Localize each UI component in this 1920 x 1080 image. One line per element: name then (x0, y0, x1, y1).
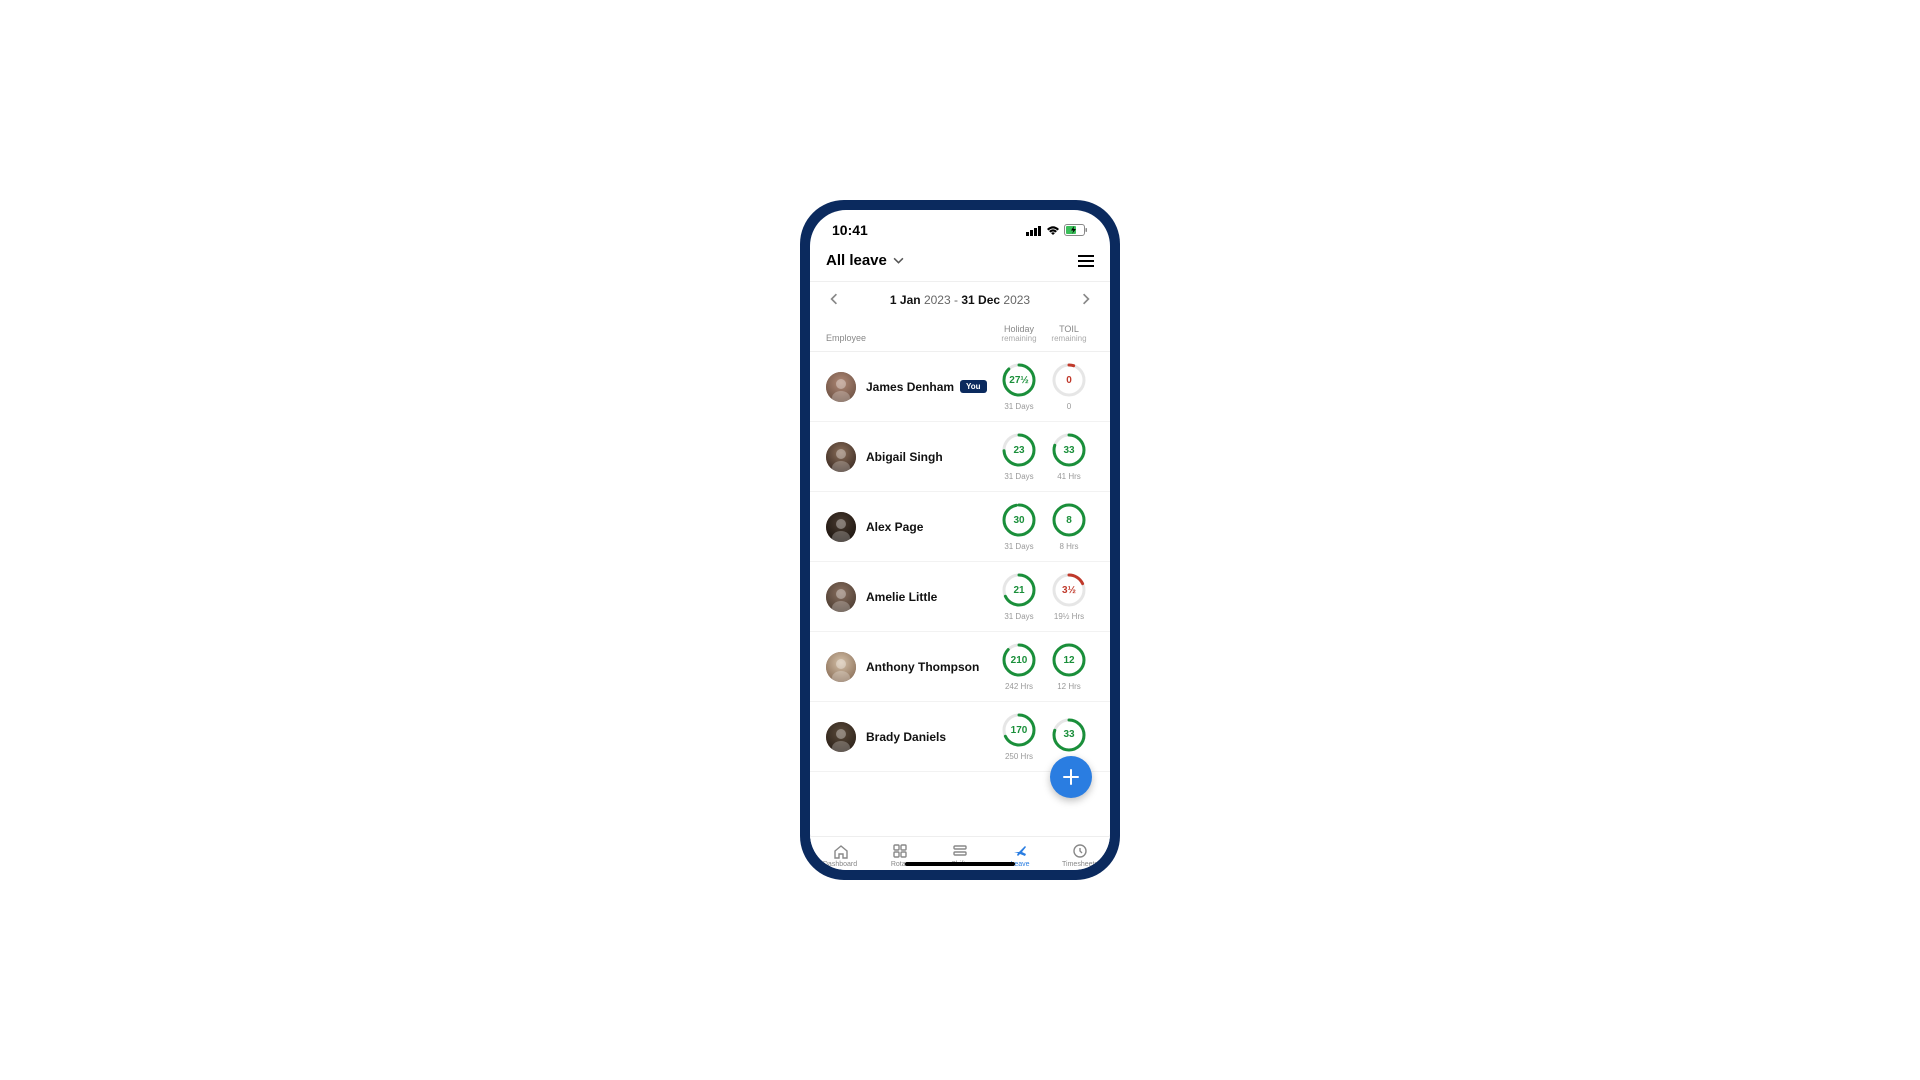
shifts-icon (952, 843, 968, 859)
cellular-icon (1026, 225, 1042, 236)
leave-icon (1012, 843, 1028, 859)
employee-name: Abigail Singh (866, 450, 943, 464)
holiday-cell: 27½ 31 Days (994, 362, 1044, 411)
filter-label: All leave (826, 252, 887, 269)
you-badge: You (960, 380, 987, 393)
phone-frame: 10:41 All leave 1 Jan 2023 - 31 Dec 2023 (800, 200, 1120, 880)
holiday-total: 31 Days (1004, 542, 1033, 551)
employee-name: Alex Page (866, 520, 923, 534)
progress-ring: 8 (1051, 502, 1087, 538)
progress-ring: 0 (1051, 362, 1087, 398)
progress-ring: 12 (1051, 642, 1087, 678)
avatar (826, 512, 856, 542)
toil-total: 19½ Hrs (1054, 612, 1084, 621)
add-button[interactable] (1050, 756, 1092, 798)
toil-cell: 3½ 19½ Hrs (1044, 572, 1094, 621)
holiday-cell: 170 250 Hrs (994, 712, 1044, 761)
employee-name-cell: Abigail Singh (866, 450, 994, 464)
toil-total: 8 Hrs (1059, 542, 1078, 551)
progress-ring: 23 (1001, 432, 1037, 468)
employee-row[interactable]: Amelie Little 21 31 Days 3½ 19½ Hrs (810, 562, 1110, 632)
date-range-label: 1 Jan 2023 - 31 Dec 2023 (842, 293, 1078, 307)
plus-icon (1062, 768, 1080, 786)
toil-cell: 33 (1044, 717, 1094, 757)
timesheets-icon (1072, 843, 1088, 859)
employee-row[interactable]: James Denham You 27½ 31 Days 0 0 (810, 352, 1110, 422)
date-range-bar: 1 Jan 2023 - 31 Dec 2023 (810, 282, 1110, 318)
tab-label: Timesheets (1062, 861, 1098, 868)
avatar (826, 722, 856, 752)
employee-name-cell: Brady Daniels (866, 730, 994, 744)
menu-button[interactable] (1078, 255, 1094, 267)
progress-ring: 30 (1001, 502, 1037, 538)
battery-icon (1064, 224, 1088, 236)
employee-name: Anthony Thompson (866, 660, 979, 674)
holiday-total: 242 Hrs (1005, 682, 1033, 691)
holiday-total: 31 Days (1004, 612, 1033, 621)
holiday-cell: 30 31 Days (994, 502, 1044, 551)
avatar (826, 372, 856, 402)
progress-ring: 210 (1001, 642, 1037, 678)
chevron-down-icon (893, 255, 904, 266)
progress-ring: 170 (1001, 712, 1037, 748)
holiday-cell: 23 31 Days (994, 432, 1044, 481)
toil-cell: 33 41 Hrs (1044, 432, 1094, 481)
progress-ring: 33 (1051, 717, 1087, 753)
holiday-total: 31 Days (1004, 472, 1033, 481)
toil-cell: 8 8 Hrs (1044, 502, 1094, 551)
employee-name: Brady Daniels (866, 730, 946, 744)
tab-dashboard[interactable]: Dashboard (810, 843, 870, 868)
holiday-total: 250 Hrs (1005, 752, 1033, 761)
employee-row[interactable]: Anthony Thompson 210 242 Hrs 12 12 Hrs (810, 632, 1110, 702)
employee-name-cell: James Denham You (866, 380, 994, 394)
rotas-icon (892, 843, 908, 859)
status-bar: 10:41 (810, 210, 1110, 242)
avatar (826, 582, 856, 612)
progress-ring: 21 (1001, 572, 1037, 608)
status-icons (1026, 224, 1088, 236)
progress-ring: 27½ (1001, 362, 1037, 398)
next-period-button[interactable] (1078, 292, 1094, 308)
toil-total: 41 Hrs (1057, 472, 1081, 481)
employee-column-header: Employee (826, 333, 994, 343)
progress-ring: 3½ (1051, 572, 1087, 608)
toil-column-header: TOILremaining (1044, 324, 1094, 343)
holiday-cell: 21 31 Days (994, 572, 1044, 621)
tab-label: Dashboard (823, 861, 857, 868)
filter-dropdown[interactable]: All leave (826, 252, 904, 269)
progress-ring: 33 (1051, 432, 1087, 468)
home-indicator (905, 862, 1015, 866)
prev-period-button[interactable] (826, 292, 842, 308)
page-header: All leave (810, 242, 1110, 282)
wifi-icon (1046, 225, 1060, 236)
columns-header: Employee Holidayremaining TOILremaining (810, 318, 1110, 352)
toil-cell: 0 0 (1044, 362, 1094, 411)
employee-name: James Denham (866, 380, 954, 394)
avatar (826, 442, 856, 472)
holiday-total: 31 Days (1004, 402, 1033, 411)
employee-name: Amelie Little (866, 590, 937, 604)
toil-total: 12 Hrs (1057, 682, 1081, 691)
employee-name-cell: Amelie Little (866, 590, 994, 604)
employee-name-cell: Anthony Thompson (866, 660, 994, 674)
toil-cell: 12 12 Hrs (1044, 642, 1094, 691)
toil-total: 0 (1067, 402, 1071, 411)
clock: 10:41 (832, 222, 868, 238)
holiday-cell: 210 242 Hrs (994, 642, 1044, 691)
avatar (826, 652, 856, 682)
employee-name-cell: Alex Page (866, 520, 994, 534)
holiday-column-header: Holidayremaining (994, 324, 1044, 343)
employee-row[interactable]: Abigail Singh 23 31 Days 33 41 Hrs (810, 422, 1110, 492)
dashboard-icon (832, 843, 848, 859)
tab-timesheets[interactable]: Timesheets (1050, 843, 1110, 868)
screen: 10:41 All leave 1 Jan 2023 - 31 Dec 2023 (810, 210, 1110, 870)
employee-row[interactable]: Alex Page 30 31 Days 8 8 Hrs (810, 492, 1110, 562)
